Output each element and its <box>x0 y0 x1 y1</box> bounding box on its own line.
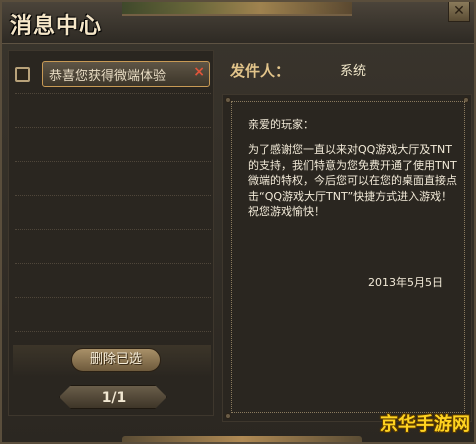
list-divider <box>15 297 211 298</box>
window-title: 消息中心 <box>10 14 103 39</box>
pagination-bar: 1/1 <box>13 381 211 413</box>
delete-selected-button[interactable]: 删除已选 <box>71 348 161 372</box>
message-date: 2013年5月5日 <box>368 276 443 289</box>
page-indicator: 1/1 <box>101 390 127 406</box>
delete-message-icon[interactable]: × <box>193 64 205 80</box>
bottom-decoration <box>122 436 362 442</box>
rivet-decoration <box>225 413 231 419</box>
message-subject-box[interactable]: 恭喜您获得微端体验 × <box>42 61 210 87</box>
sender-value: 系统 <box>340 64 367 79</box>
list-divider <box>15 263 211 264</box>
message-body: 为了感谢您一直以来对QQ游戏大厅及TNT的支持，我们特意为您免费开通了使用TNT… <box>248 143 457 218</box>
pagination: 1/1 <box>59 385 167 409</box>
close-button[interactable]: ✕ <box>448 2 470 22</box>
list-divider <box>15 93 211 94</box>
message-body-frame: 亲爱的玩家： 为了感谢您一直以来对QQ游戏大厅及TNT的支持，我们特意为您免费开… <box>231 101 465 413</box>
sender-label: 发件人： <box>230 62 291 80</box>
list-divider <box>15 127 211 128</box>
message-greeting: 亲爱的玩家： <box>248 118 314 131</box>
message-center-window: 消息中心 ✕ 恭喜您获得微端体验 × 删除已选 1/1 发件人： 系统 亲爱的玩… <box>0 0 476 444</box>
title-bar: 消息中心 ✕ <box>2 2 474 44</box>
list-divider <box>15 161 211 162</box>
message-content-panel: 亲爱的玩家： 为了感谢您一直以来对QQ游戏大厅及TNT的支持，我们特意为您免费开… <box>222 94 472 422</box>
list-divider <box>15 195 211 196</box>
list-divider <box>15 331 211 332</box>
message-subject: 恭喜您获得微端体验 <box>49 69 167 84</box>
site-watermark: 京华手游网 <box>380 414 470 435</box>
delete-bar: 删除已选 <box>13 345 211 377</box>
list-item[interactable]: 恭喜您获得微端体验 × <box>9 59 215 89</box>
message-checkbox[interactable] <box>15 67 30 82</box>
message-list-panel: 恭喜您获得微端体验 × 删除已选 1/1 <box>8 50 214 416</box>
title-decoration <box>122 2 352 16</box>
list-divider <box>15 229 211 230</box>
